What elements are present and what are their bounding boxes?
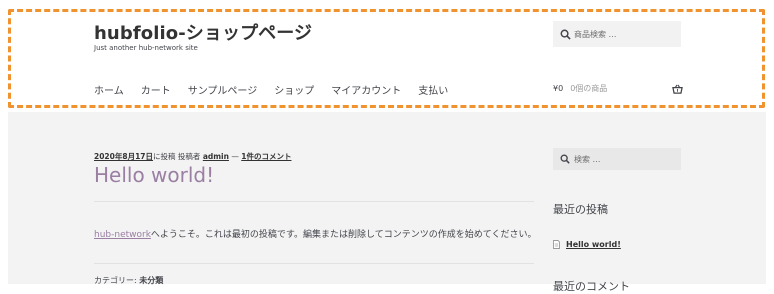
shopping-basket-icon xyxy=(672,84,683,94)
sidebar-search[interactable] xyxy=(553,148,681,170)
nav-item-shop[interactable]: ショップ xyxy=(274,82,314,97)
nav-item-cart[interactable]: カート xyxy=(141,82,171,97)
nav-item-my-account[interactable]: マイアカウント xyxy=(331,82,401,97)
cart-amount: ¥0 xyxy=(553,84,564,93)
content-text: へようこそ。これは最初の投稿です。編集または削除してコンテンツの作成を始めてくだ… xyxy=(150,230,537,240)
comments-link[interactable]: 1件のコメント xyxy=(241,152,291,161)
sidebar-search-input[interactable] xyxy=(574,154,674,164)
main-content-area xyxy=(8,112,766,284)
author-prefix: 投稿者 xyxy=(177,152,201,161)
site-header: hubfolio-ショップページ Just another hub-networ… xyxy=(0,0,774,112)
post-category: カテゴリー: 未分類 xyxy=(94,275,163,286)
site-description: Just another hub-network site xyxy=(94,44,198,52)
product-search-input[interactable] xyxy=(574,29,674,39)
posted-in-text: に投稿 xyxy=(153,152,176,161)
search-icon xyxy=(560,29,571,40)
search-icon xyxy=(560,154,570,164)
nav-item-checkout[interactable]: 支払い xyxy=(418,82,448,97)
content-link[interactable]: hub-network xyxy=(94,230,151,240)
divider xyxy=(94,263,534,264)
recent-post-link[interactable]: Hello world! xyxy=(566,240,621,249)
document-icon xyxy=(553,240,560,249)
author-link[interactable]: admin xyxy=(203,152,229,161)
recent-comments-heading: 最近のコメント xyxy=(553,280,630,293)
cart-count: 0個の商品 xyxy=(570,84,608,93)
site-title[interactable]: hubfolio-ショップページ xyxy=(94,19,312,45)
post-date-link[interactable]: 2020年8月17日 xyxy=(94,152,153,161)
product-search[interactable] xyxy=(553,21,681,47)
recent-post-item: Hello world! xyxy=(553,240,621,249)
nav-item-home[interactable]: ホーム xyxy=(94,82,124,97)
header-cart[interactable]: ¥0 0個の商品 xyxy=(553,83,683,94)
recent-posts-heading: 最近の投稿 xyxy=(553,203,608,216)
post-meta: 2020年8月17日に投稿 投稿者 admin — 1件のコメント xyxy=(94,151,291,162)
meta-separator: — xyxy=(231,152,239,161)
primary-nav: ホーム カート サンプルページ ショップ マイアカウント 支払い xyxy=(94,82,465,97)
divider xyxy=(94,201,534,202)
post-title[interactable]: Hello world! xyxy=(94,163,214,187)
nav-item-sample-page[interactable]: サンプルページ xyxy=(188,82,258,97)
post-content: hub-networkへようこそ。これは最初の投稿です。編集または削除してコンテ… xyxy=(94,227,537,240)
